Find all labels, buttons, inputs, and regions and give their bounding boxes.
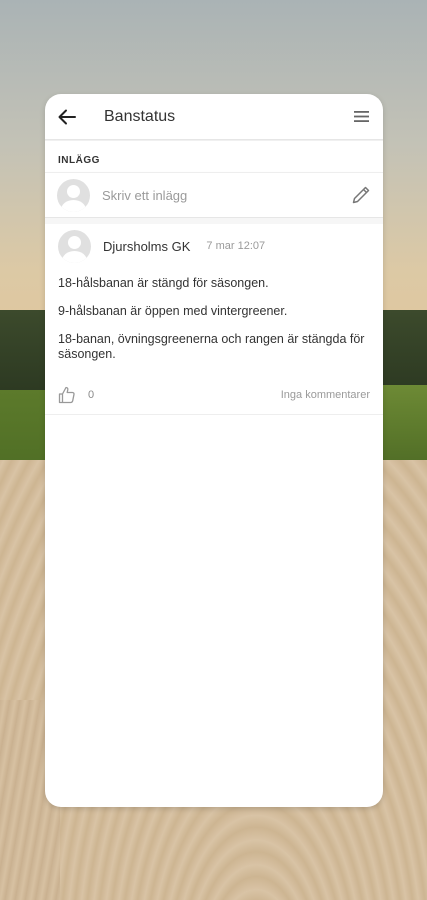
like-count: 0 bbox=[88, 388, 95, 401]
comments-link[interactable]: Inga kommentarer bbox=[281, 389, 370, 401]
user-avatar bbox=[57, 178, 90, 212]
compose-bar bbox=[45, 172, 383, 218]
section-label: INLÄGG bbox=[45, 140, 383, 172]
post-header: Djursholms GK 7 mar 12:07 bbox=[58, 224, 370, 268]
post-paragraph: 18-banan, övningsgreenerna och rangen är… bbox=[58, 332, 365, 361]
post-item: Djursholms GK 7 mar 12:07 18-hålsbanan ä… bbox=[45, 224, 383, 415]
page-title: Banstatus bbox=[104, 107, 176, 125]
header: Banstatus bbox=[45, 94, 383, 140]
hamburger-menu-icon bbox=[353, 111, 369, 122]
course-status-card: Banstatus INLÄGG Djursholms GK 7 mar 12:… bbox=[45, 94, 383, 807]
thumbs-up-icon bbox=[58, 386, 75, 403]
arrow-left-icon bbox=[58, 109, 76, 124]
compose-button[interactable] bbox=[339, 172, 383, 218]
post-author: Djursholms GK bbox=[103, 238, 191, 254]
back-button[interactable] bbox=[45, 94, 89, 140]
post-paragraph: 9-hålsbanan är öppen med vintergreener. bbox=[58, 304, 288, 318]
post-input[interactable] bbox=[102, 187, 339, 203]
author-avatar bbox=[58, 229, 91, 263]
pencil-icon bbox=[352, 186, 370, 204]
menu-button[interactable] bbox=[339, 94, 383, 140]
post-body: 18-hålsbanan är stängd för säsongen. 9-h… bbox=[58, 268, 370, 362]
like-button[interactable]: 0 bbox=[58, 386, 94, 404]
post-paragraph: 18-hålsbanan är stängd för säsongen. bbox=[58, 276, 269, 290]
post-footer: 0 Inga kommentarer bbox=[45, 375, 383, 415]
post-timestamp: 7 mar 12:07 bbox=[206, 240, 266, 252]
